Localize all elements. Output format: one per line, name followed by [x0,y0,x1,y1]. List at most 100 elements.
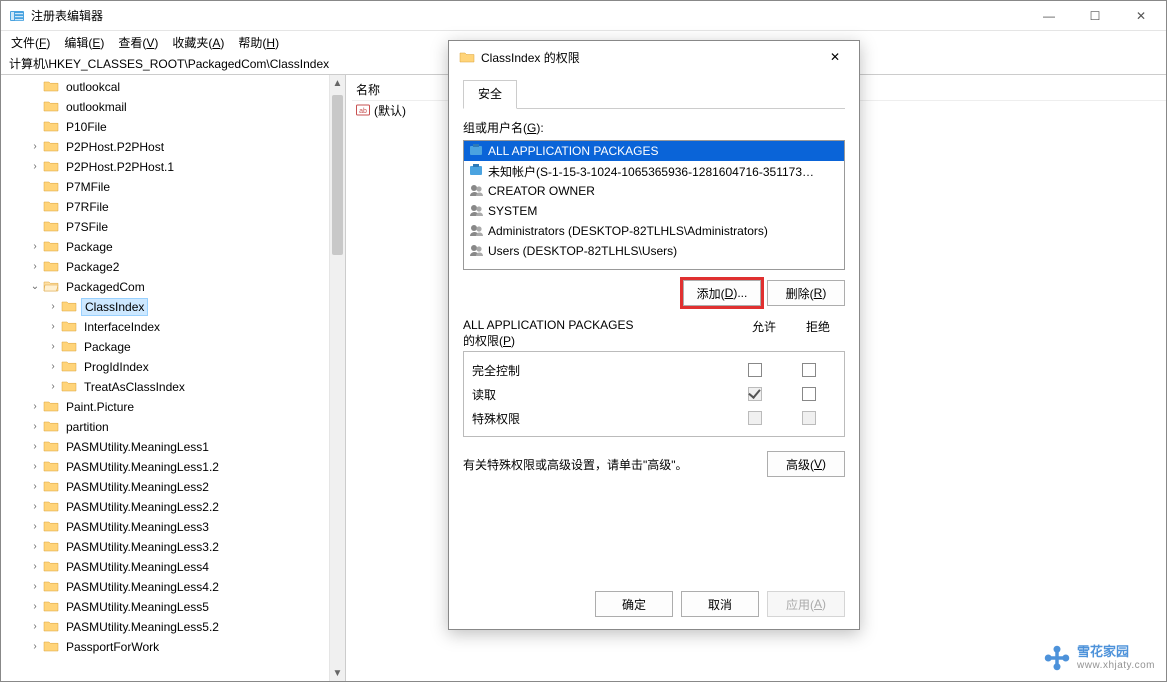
add-button[interactable]: 添加(D)... [683,280,761,306]
folder-icon [61,359,81,376]
tree-pane[interactable]: outlookcaloutlookmailP10File›P2PHost.P2P… [1,75,346,681]
tree-node[interactable]: ›Package [1,237,345,257]
deny-checkbox[interactable] [802,387,816,401]
tree-node[interactable]: P7SFile [1,217,345,237]
cancel-button[interactable]: 取消 [681,591,759,617]
remove-button[interactable]: 删除(R) [767,280,845,306]
tree-node[interactable]: › InterfaceIndex [1,317,345,337]
user-row[interactable]: ALL APPLICATION PACKAGES [464,141,844,161]
chevron-right-icon[interactable]: › [27,542,43,552]
svg-text:ab: ab [359,108,367,115]
user-row[interactable]: 未知帐户(S-1-15-3-1024-1065365936-1281604716… [464,161,844,181]
tree-node[interactable]: ›TreatAsClassIndex [1,377,345,397]
deny-checkbox[interactable] [802,363,816,377]
tree-node[interactable]: ›P2PHost.P2PHost.1 [1,157,345,177]
tree-node[interactable]: outlookcal [1,77,345,97]
dialog-title-bar[interactable]: ClassIndex 的权限 ✕ [449,41,859,73]
tree-node[interactable]: ›Paint.Picture [1,397,345,417]
chevron-right-icon[interactable]: › [27,462,43,472]
user-row[interactable]: Administrators (DESKTOP-82TLHLS\Administ… [464,221,844,241]
tree-scrollbar[interactable]: ▲ ▼ [329,75,345,681]
tree-node[interactable]: › PASMUtility.MeaningLess3 [1,517,345,537]
advanced-button[interactable]: 高级(V) [767,451,845,477]
chevron-right-icon[interactable]: › [27,522,43,532]
permission-name: 读取 [472,386,728,403]
apply-button[interactable]: 应用(A) [767,591,845,617]
tree-node[interactable]: ›PASMUtility.MeaningLess1.2 [1,457,345,477]
permissions-header: ALL APPLICATION PACKAGES 的权限(P) 允许 拒绝 [463,318,845,349]
allow-checkbox[interactable] [748,363,762,377]
chevron-right-icon[interactable]: › [27,562,43,572]
chevron-right-icon[interactable]: › [27,582,43,592]
chevron-down-icon[interactable]: ⌄ [27,282,43,292]
tree-node[interactable]: ›PASMUtility.MeaningLess1 [1,437,345,457]
tree-node[interactable]: P7MFile [1,177,345,197]
tab-security[interactable]: 安全 [463,80,517,109]
tree-label: PASMUtility.MeaningLess3 [63,519,212,535]
tree-node[interactable]: ›ProgIdIndex [1,357,345,377]
chevron-right-icon[interactable]: › [27,262,43,272]
menu-item-v[interactable]: 查看(V) [112,32,164,53]
chevron-right-icon[interactable]: › [45,302,61,312]
minimize-button[interactable]: — [1026,1,1072,31]
group-icon [468,242,488,261]
tree-node[interactable]: ›PASMUtility.MeaningLess5.2 [1,617,345,637]
tree-node[interactable]: ›PASMUtility.MeaningLess5 [1,597,345,617]
menu-item-e[interactable]: 编辑(E) [58,32,110,53]
scroll-thumb[interactable] [332,95,343,255]
tree-node[interactable]: ›P2PHost.P2PHost [1,137,345,157]
tree-node[interactable]: ›PASMUtility.MeaningLess2.2 [1,497,345,517]
scroll-down-icon[interactable]: ▼ [330,665,345,681]
maximize-button[interactable]: ☐ [1072,1,1118,31]
folder-icon [43,479,63,496]
deny-header: 拒绝 [791,318,845,349]
tree-node[interactable]: › PASMUtility.MeaningLess2 [1,477,345,497]
user-row[interactable]: Users (DESKTOP-82TLHLS\Users) [464,241,844,261]
tree-node[interactable]: ›partition [1,417,345,437]
user-row[interactable]: SYSTEM [464,201,844,221]
tree-node[interactable]: ›Package2 [1,257,345,277]
tree-node[interactable]: ›PassportForWork [1,637,345,657]
allow-header: 允许 [737,318,791,349]
tree-node[interactable]: outlookmail [1,97,345,117]
folder-icon [43,459,63,476]
chevron-right-icon[interactable]: › [45,342,61,352]
menu-item-a[interactable]: 收藏夹(A) [166,32,230,53]
folder-icon [43,599,63,616]
chevron-right-icon[interactable]: › [27,642,43,652]
tree-node[interactable]: P7RFile [1,197,345,217]
chevron-right-icon[interactable]: › [45,362,61,372]
permissions-dialog: ClassIndex 的权限 ✕ 安全 组或用户名(G): ALL APPLIC… [448,40,860,630]
chevron-right-icon[interactable]: › [27,482,43,492]
tree-node[interactable]: ›PASMUtility.MeaningLess4 [1,557,345,577]
tree-node[interactable]: ›Package [1,337,345,357]
chevron-right-icon[interactable]: › [27,442,43,452]
chevron-right-icon[interactable]: › [27,502,43,512]
tree-label: InterfaceIndex [81,319,163,335]
ok-button[interactable]: 确定 [595,591,673,617]
chevron-right-icon[interactable]: › [27,602,43,612]
menu-item-f[interactable]: 文件(F) [5,32,56,53]
tree-node[interactable]: P10File [1,117,345,137]
users-listbox[interactable]: ALL APPLICATION PACKAGES未知帐户(S-1-15-3-10… [463,140,845,270]
user-row[interactable]: CREATOR OWNER [464,181,844,201]
scroll-up-icon[interactable]: ▲ [330,75,345,91]
tree-label: PASMUtility.MeaningLess2 [63,479,212,495]
dialog-close-button[interactable]: ✕ [815,43,855,71]
close-button[interactable]: ✕ [1118,1,1164,31]
chevron-right-icon[interactable]: › [27,142,43,152]
chevron-right-icon[interactable]: › [27,422,43,432]
tree-node[interactable]: ⌄PackagedCom [1,277,345,297]
chevron-right-icon[interactable]: › [45,322,61,332]
user-name: Administrators (DESKTOP-82TLHLS\Administ… [488,224,768,238]
tree-node[interactable]: ›PASMUtility.MeaningLess3.2 [1,537,345,557]
menu-item-h[interactable]: 帮助(H) [232,32,285,53]
chevron-right-icon[interactable]: › [27,622,43,632]
chevron-right-icon[interactable]: › [45,382,61,392]
chevron-right-icon[interactable]: › [27,162,43,172]
list-value-name: (默认) [374,102,406,119]
tree-node[interactable]: ›PASMUtility.MeaningLess4.2 [1,577,345,597]
chevron-right-icon[interactable]: › [27,242,43,252]
chevron-right-icon[interactable]: › [27,402,43,412]
tree-node[interactable]: ›ClassIndex [1,297,345,317]
